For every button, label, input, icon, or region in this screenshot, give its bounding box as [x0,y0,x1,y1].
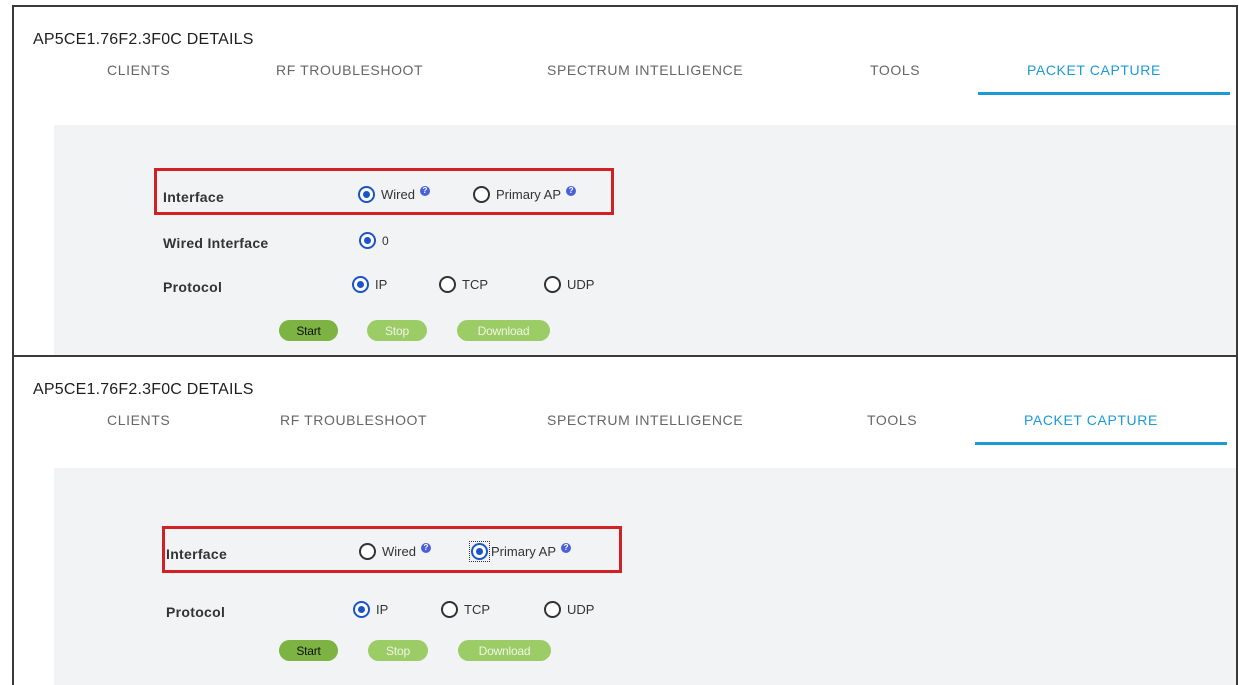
radio-selected-icon[interactable] [359,232,376,249]
radio-unselected-icon[interactable] [439,276,456,293]
protocol-label: Protocol [163,279,223,295]
start-button[interactable]: Start [279,320,338,341]
protocol-ip-radio[interactable]: IP [353,601,388,618]
radio-unselected-icon[interactable] [544,276,561,293]
tab-spectrum-intelligence[interactable]: SPECTRUM INTELLIGENCE [547,412,743,428]
protocol-tcp-label: TCP [464,602,490,617]
tab-clients[interactable]: CLIENTS [107,412,170,428]
interface-label: Interface [163,189,225,205]
interface-wired-label: Wired [382,544,416,559]
interface-wired-radio[interactable]: Wired ? [359,542,431,560]
radio-selected-icon[interactable] [353,601,370,618]
page-title: AP5CE1.76F2.3F0C DETAILS [33,381,254,398]
protocol-udp-radio[interactable]: UDP [544,276,594,293]
interface-wired-label: Wired [381,187,415,202]
radio-unselected-icon[interactable] [359,543,376,560]
help-icon[interactable]: ? [419,185,430,196]
focus-ring [469,541,490,562]
interface-label: Interface [166,546,228,562]
help-icon[interactable]: ? [561,542,572,553]
tab-rf-troubleshoot[interactable]: RF TROUBLESHOOT [276,62,423,78]
wired-interface-value: 0 [382,233,389,248]
interface-primary-ap-radio[interactable]: Primary AP ? [469,541,572,562]
page-title: AP5CE1.76F2.3F0C DETAILS [33,31,254,48]
radio-unselected-icon[interactable] [441,601,458,618]
download-button[interactable]: Download [457,320,550,341]
protocol-tcp-label: TCP [462,277,488,292]
tab-bar: CLIENTS RF TROUBLESHOOT SPECTRUM INTELLI… [14,62,1236,102]
radio-selected-icon[interactable] [471,543,488,560]
start-button[interactable]: Start [279,640,338,661]
help-icon[interactable]: ? [566,185,577,196]
protocol-tcp-radio[interactable]: TCP [441,601,490,618]
interface-primary-ap-label: Primary AP [491,544,557,559]
ap-details-panel-top: AP5CE1.76F2.3F0C DETAILS CLIENTS RF TROU… [12,5,1238,357]
tab-rf-troubleshoot[interactable]: RF TROUBLESHOOT [280,412,427,428]
protocol-label: Protocol [166,604,226,620]
tab-tools[interactable]: TOOLS [870,62,920,78]
wired-interface-0-radio[interactable]: 0 [359,232,389,249]
radio-selected-icon[interactable] [358,186,375,203]
interface-primary-ap-radio[interactable]: Primary AP ? [473,185,577,203]
interface-wired-radio[interactable]: Wired ? [358,185,430,203]
stop-button[interactable]: Stop [368,640,428,661]
protocol-udp-label: UDP [567,602,595,617]
tab-clients[interactable]: CLIENTS [107,62,170,78]
tab-tools[interactable]: TOOLS [867,412,917,428]
packet-capture-form: Interface Wired ? Primary AP ? Protocol … [54,468,1236,685]
radio-selected-icon[interactable] [352,276,369,293]
ap-details-panel-bottom: AP5CE1.76F2.3F0C DETAILS CLIENTS RF TROU… [12,355,1238,685]
tab-packet-capture[interactable]: PACKET CAPTURE [1024,412,1158,428]
help-icon[interactable]: ? [420,542,431,553]
tab-bar: CLIENTS RF TROUBLESHOOT SPECTRUM INTELLI… [14,412,1236,452]
packet-capture-form: Interface Wired ? Primary AP ? Wired Int… [54,125,1236,357]
radio-unselected-icon[interactable] [544,601,561,618]
radio-unselected-icon[interactable] [473,186,490,203]
tab-spectrum-intelligence[interactable]: SPECTRUM INTELLIGENCE [547,62,743,78]
protocol-ip-label: IP [375,277,388,292]
protocol-tcp-radio[interactable]: TCP [439,276,488,293]
protocol-ip-label: IP [376,602,389,617]
stop-button[interactable]: Stop [367,320,427,341]
wired-interface-label: Wired Interface [163,235,269,251]
protocol-ip-radio[interactable]: IP [352,276,387,293]
protocol-udp-label: UDP [567,277,595,292]
interface-primary-ap-label: Primary AP [496,187,562,202]
active-tab-indicator [975,442,1227,445]
active-tab-indicator [978,92,1230,95]
tab-packet-capture[interactable]: PACKET CAPTURE [1027,62,1161,78]
download-button[interactable]: Download [458,640,551,661]
protocol-udp-radio[interactable]: UDP [544,601,594,618]
